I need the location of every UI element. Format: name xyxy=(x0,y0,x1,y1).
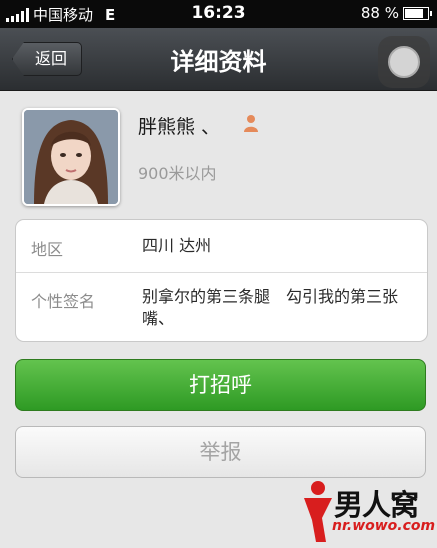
info-card: 地区 四川 达州 个性签名 别拿尔的第三条腿 勾引我的第三张嘴、 xyxy=(15,219,428,342)
status-bar: 中国移动 E 16:23 88 % xyxy=(0,0,437,28)
avatar-photo xyxy=(24,110,118,204)
assistive-touch-button[interactable] xyxy=(378,36,430,88)
region-label: 地区 xyxy=(31,240,64,259)
person-icon xyxy=(244,115,258,132)
page-title: 详细资料 xyxy=(170,48,267,76)
avatar[interactable] xyxy=(22,108,120,206)
divider xyxy=(16,272,427,273)
watermark-logo: 男人窝 nr.wowo.com xyxy=(298,478,436,546)
profile-name: 胖熊熊 、 xyxy=(138,116,221,138)
greet-button[interactable]: 打招呼 xyxy=(15,359,426,411)
battery-percent: 88 % xyxy=(360,4,399,22)
signature-value: 别拿尔的第三条腿 勾引我的第三张嘴、 xyxy=(142,287,399,328)
battery-icon xyxy=(403,6,432,20)
navigation-bar: 返回 详细资料 xyxy=(0,28,437,91)
status-right: 88 % xyxy=(360,4,432,22)
region-value: 四川 达州 xyxy=(142,236,212,255)
watermark-url: nr.wowo.com xyxy=(332,518,436,534)
logo-icon xyxy=(304,481,332,542)
distance-text: 900米以内 xyxy=(138,164,217,183)
report-button[interactable]: 举报 xyxy=(15,426,426,478)
signature-label: 个性签名 xyxy=(31,292,96,311)
